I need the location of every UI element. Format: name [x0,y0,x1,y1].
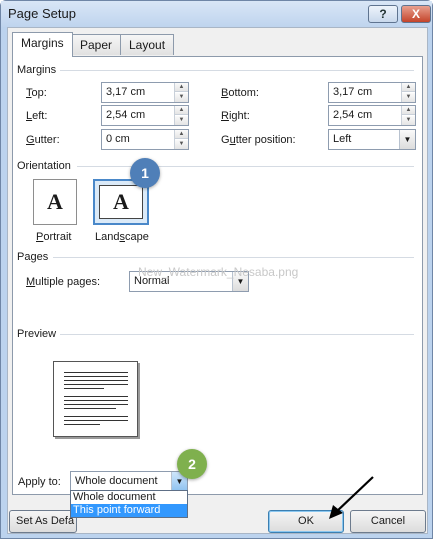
bottom-margin-arrows: ▲ ▼ [401,83,415,102]
preview-text-line [64,380,128,381]
bottom-margin-label: Bottom: [221,87,259,99]
bottom-margin-spinner[interactable]: 3,17 cm ▲ ▼ [328,82,416,103]
apply-to-dropdown-list: Whole document This point forward [70,490,188,518]
close-button[interactable]: X [401,5,431,23]
preview-page-thumbnail [53,361,138,437]
apply-to-label: Apply to: [18,476,61,488]
preview-text-line [64,388,104,389]
pages-group-label: Pages [17,251,53,263]
pages-group-divider [53,257,414,258]
gutter-value: 0 cm [106,133,130,145]
spin-down-icon[interactable]: ▼ [175,116,188,125]
step-badge-2: 2 [177,449,207,479]
spin-down-icon[interactable]: ▼ [402,93,415,102]
chevron-down-icon[interactable]: ▼ [399,130,415,149]
apply-to-select[interactable]: Whole document ▼ [70,471,188,492]
spin-up-icon[interactable]: ▲ [175,130,188,139]
top-margin-arrows: ▲ ▼ [174,83,188,102]
spin-up-icon[interactable]: ▲ [175,83,188,92]
gutter-label: Gutter: [26,134,60,146]
top-margin-spinner[interactable]: 3,17 cm ▲ ▼ [101,82,189,103]
left-margin-label: Left: [26,110,48,122]
preview-group-label: Preview [17,328,61,340]
gutter-position-value: Left [333,133,352,145]
right-margin-value: 2,54 cm [333,109,373,121]
portrait-page-icon: A [47,189,63,214]
gutter-spinner[interactable]: 0 cm ▲ ▼ [101,129,189,150]
right-margin-arrows: ▲ ▼ [401,106,415,125]
spin-up-icon[interactable]: ▲ [402,83,415,92]
preview-text-line [64,372,128,373]
preview-text-line [64,404,128,405]
page-setup-dialog: Page Setup ? X Margins Paper Layout Marg… [0,0,433,539]
orientation-group-label: Orientation [17,160,75,172]
top-margin-value: 3,17 cm [106,86,146,98]
spin-down-icon[interactable]: ▼ [402,116,415,125]
bottom-margin-value: 3,17 cm [333,86,373,98]
right-margin-label: Right: [221,110,250,122]
multiple-pages-label: Multiple pages: [26,276,100,288]
tab-paper[interactable]: Paper [71,34,122,55]
margins-group-divider [59,70,414,71]
annotation-arrow-icon [329,476,374,519]
spin-down-icon[interactable]: ▼ [175,140,188,149]
portrait-option[interactable]: A [33,179,77,225]
preview-text-line [64,376,128,377]
tab-layout[interactable]: Layout [120,34,175,55]
title-bar: Page Setup ? X [1,1,432,27]
top-margin-label: Top: [26,87,47,99]
preview-text-line [64,420,128,421]
margins-group-label: Margins [17,64,61,76]
help-button[interactable]: ? [368,5,398,23]
preview-text-line [64,424,100,425]
watermark-text: New_Watermark_Nesaba.png [138,265,299,279]
preview-group-divider [59,334,414,335]
preview-text-line [64,408,116,409]
gutter-position-label: Gutter position: [221,134,296,146]
window-title: Page Setup [8,6,76,21]
preview-text-line [64,384,128,385]
tab-margins[interactable]: Margins [12,32,73,57]
apply-to-value: Whole document [75,475,158,487]
spin-up-icon[interactable]: ▲ [175,106,188,115]
left-margin-spinner[interactable]: 2,54 cm ▲ ▼ [101,105,189,126]
preview-text-line [64,400,128,401]
left-margin-value: 2,54 cm [106,109,146,121]
preview-text-line [64,416,128,417]
preview-text-line [64,396,128,397]
gutter-arrows: ▲ ▼ [174,130,188,149]
portrait-label: Portrait [36,231,72,243]
set-as-default-button[interactable]: Set As Defa [9,510,77,533]
step-badge-1: 1 [130,158,160,188]
spin-up-icon[interactable]: ▲ [402,106,415,115]
right-margin-spinner[interactable]: 2,54 cm ▲ ▼ [328,105,416,126]
spin-down-icon[interactable]: ▼ [175,93,188,102]
landscape-glyph: A [113,189,129,214]
apply-to-option-this-point-forward[interactable]: This point forward [71,504,187,517]
left-margin-arrows: ▲ ▼ [174,106,188,125]
orientation-group-divider [77,166,414,167]
apply-to-option-whole-document[interactable]: Whole document [71,491,187,504]
landscape-label: Landscape [95,231,149,243]
gutter-position-select[interactable]: Left ▼ [328,129,416,150]
landscape-page-icon: A [99,185,143,219]
